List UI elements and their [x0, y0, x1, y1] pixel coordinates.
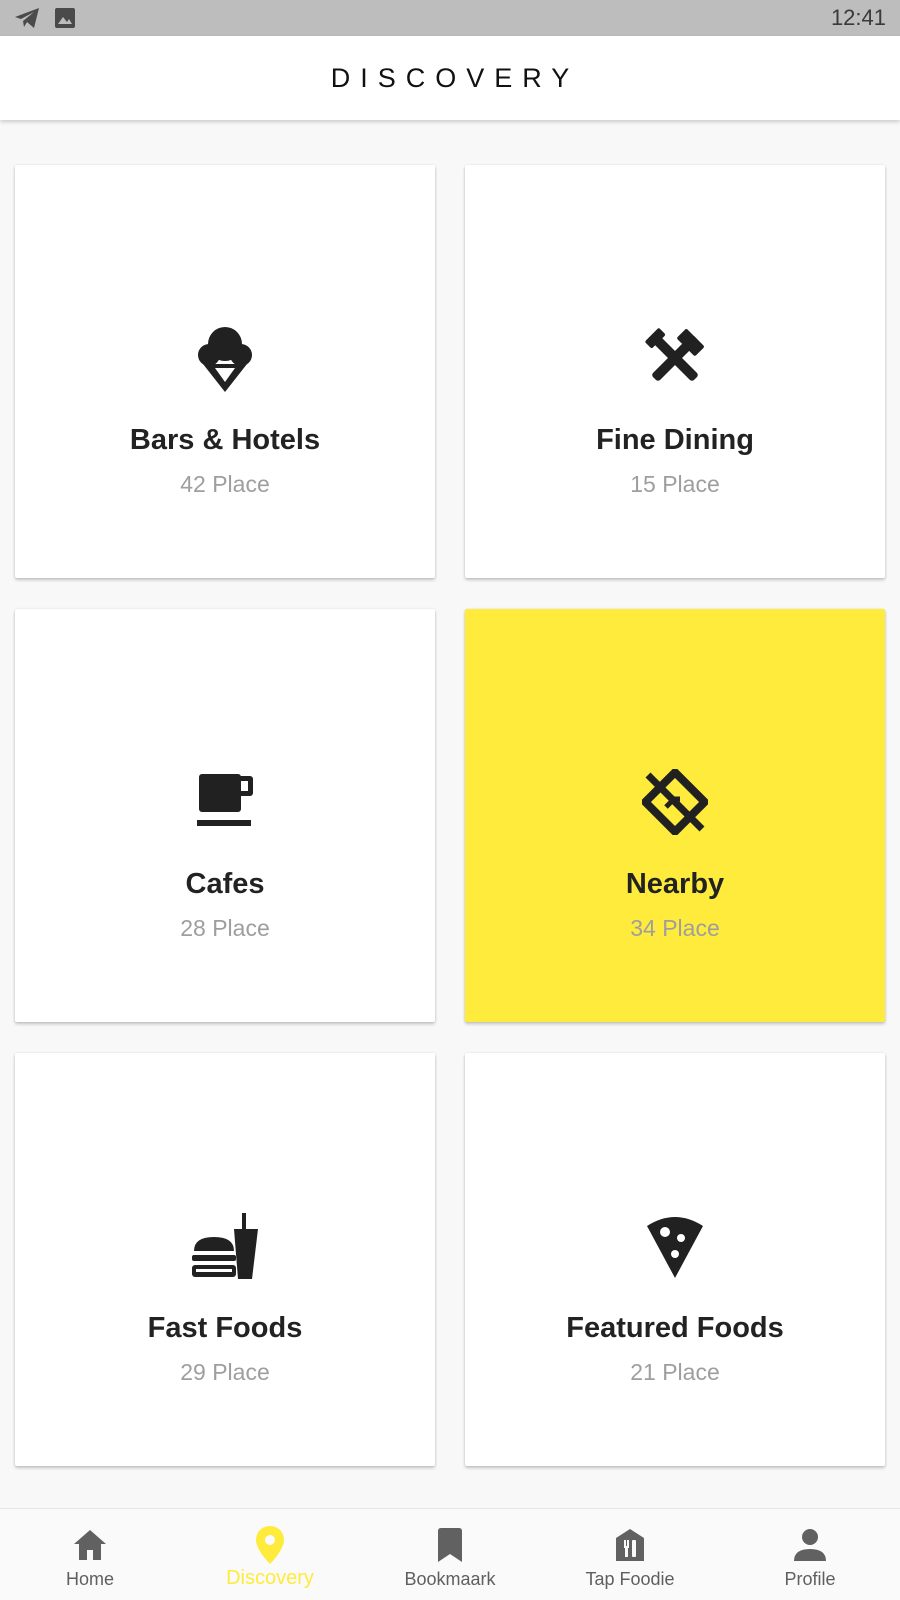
coffee-cup-icon	[189, 766, 261, 838]
category-card-featured-foods[interactable]: Featured Foods 21 Place	[465, 1053, 885, 1466]
category-card-nearby[interactable]: Nearby 34 Place	[465, 609, 885, 1022]
nav-label: Tap Foodie	[585, 1569, 675, 1589]
category-title: Bars & Hotels	[129, 424, 321, 456]
category-card-cafes[interactable]: Cafes 28 Place	[15, 609, 435, 1022]
category-card-fast-foods[interactable]: Fast Foods 29 Place	[15, 1053, 435, 1466]
category-title: Nearby	[625, 868, 725, 900]
fast-food-icon	[189, 1210, 261, 1282]
category-count: 21 Place	[630, 1359, 720, 1385]
category-card-bars-hotels[interactable]: Bars & Hotels 42 Place	[15, 165, 435, 578]
pizza-slice-icon	[639, 1210, 711, 1282]
telegram-icon	[14, 7, 40, 29]
restaurant-store-icon	[610, 1525, 650, 1565]
status-bar: 12:41	[0, 0, 900, 36]
bottom-nav: Home Discovery Bookmaark Tap Foodie Prof…	[0, 1508, 900, 1600]
category-count: 29 Place	[180, 1359, 270, 1385]
category-count: 34 Place	[630, 915, 720, 941]
nav-item-home[interactable]: Home	[0, 1509, 180, 1600]
nav-label: Profile	[784, 1569, 836, 1589]
location-pin-icon	[250, 1525, 290, 1565]
no-directions-icon	[639, 766, 711, 838]
home-icon	[70, 1525, 110, 1565]
status-icons	[14, 7, 76, 29]
nav-item-discovery[interactable]: Discovery	[180, 1509, 360, 1600]
category-card-fine-dining[interactable]: Fine Dining 15 Place	[465, 165, 885, 578]
nav-item-tap-foodie[interactable]: Tap Foodie	[540, 1509, 720, 1600]
category-title: Featured Foods	[566, 1312, 784, 1344]
category-title: Cafes	[185, 868, 265, 900]
bookmark-icon	[430, 1525, 470, 1565]
ice-cream-icon	[189, 322, 261, 394]
category-count: 15 Place	[630, 471, 720, 497]
status-time: 12:41	[830, 5, 886, 30]
category-title: Fast Foods	[147, 1312, 303, 1344]
nav-item-bookmark[interactable]: Bookmaark	[360, 1509, 540, 1600]
page-title: DISCOVERY	[330, 62, 580, 93]
image-icon	[54, 7, 76, 29]
category-count: 42 Place	[180, 471, 270, 497]
crossed-tools-icon	[639, 322, 711, 394]
nav-label: Discovery	[226, 1567, 314, 1589]
nav-label: Home	[65, 1569, 114, 1589]
category-count: 28 Place	[180, 915, 270, 941]
nav-label: Bookmaark	[404, 1569, 496, 1589]
person-icon	[790, 1525, 830, 1565]
app-bar: DISCOVERY	[0, 36, 900, 120]
nav-item-profile[interactable]: Profile	[720, 1509, 900, 1600]
category-title: Fine Dining	[596, 424, 754, 456]
